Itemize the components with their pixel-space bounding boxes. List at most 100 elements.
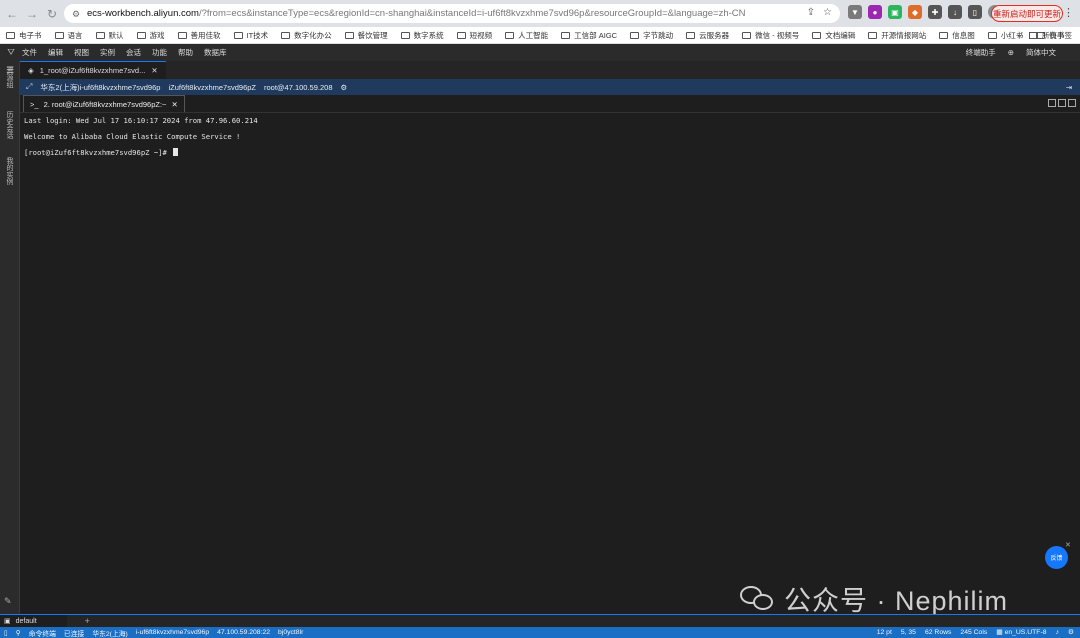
pin-icon[interactable]: ✎ [4, 596, 12, 607]
status-font-size[interactable]: 12 pt [877, 629, 892, 636]
bookmark-item[interactable]: 餐饮管理 [344, 30, 388, 41]
close-icon[interactable]: ✕ [1065, 541, 1071, 549]
folder-icon [456, 31, 466, 39]
folder-icon [868, 31, 878, 39]
terminal-line: Welcome to Alibaba Cloud Elastic Compute… [24, 132, 241, 141]
split-vertical-icon[interactable] [1058, 99, 1066, 107]
instance-hostname: iZuf6ft8kvzxhme7svd96pZ [168, 82, 256, 92]
terminal-assistant-button[interactable]: 终端助手 [966, 47, 996, 58]
folder-icon [987, 31, 997, 39]
add-circle-icon[interactable]: ⊕ [1008, 48, 1014, 57]
menu-item[interactable]: 数据库 [204, 47, 227, 58]
session-tab[interactable]: ◈ 1_root@iZuf6ft8kvzxhme7svd... ✕ [20, 61, 166, 79]
expand-icon[interactable]: ⤢ [26, 82, 32, 92]
menu-item[interactable]: 视图 [74, 47, 89, 58]
add-workspace-button[interactable]: + [85, 616, 90, 626]
all-bookmarks[interactable]: 所有书签 [1029, 30, 1072, 41]
session-tabbar: ◈ 1_root@iZuf6ft8kvzxhme7svd... ✕ [20, 61, 1080, 79]
status-rows: 62 Rows [924, 628, 952, 636]
close-icon[interactable]: ✕ [151, 66, 157, 75]
status-endpoint: 47.100.59.208:22 [217, 629, 271, 636]
status-instance: i-uf6ft8kvzxhme7svd96p [135, 629, 210, 636]
terminal-cursor [173, 148, 179, 156]
terminal-tabbar: >_ 2. root@iZuf6ft8kvzxhme7svd96pZ:~ ✕ [20, 95, 1080, 113]
command-terminal-button[interactable]: 命令终端 [29, 628, 56, 638]
menu-item[interactable]: 实例 [100, 47, 115, 58]
terminal-prompt-line: [root@iZuf6ft8kvzxhme7svd96pZ ~]# [24, 148, 1076, 158]
bookmark-item[interactable]: 字节跳动 [630, 30, 673, 41]
bookmark-item[interactable]: 善用佳软 [177, 30, 221, 41]
bookmark-item[interactable]: 语言 [54, 30, 83, 41]
bookmark-item[interactable]: 短视频 [456, 30, 492, 41]
bookmark-item[interactable]: 游戏 [136, 30, 165, 41]
side-panel-icon[interactable]: ▯ [968, 5, 982, 19]
sidebar-item-my-instances[interactable]: 我的实例 [4, 157, 14, 185]
reload-icon[interactable]: ↻ [44, 6, 60, 22]
folder-icon [281, 31, 291, 39]
bookmark-star-icon[interactable]: ☆ [823, 7, 832, 18]
bookmark-item[interactable]: 默认 [95, 30, 124, 41]
share-icon[interactable]: ⇪ [807, 7, 815, 18]
notification-bell-icon[interactable]: ♪ [1056, 629, 1059, 636]
instance-region: 华东2(上海)i-uf6ft8kvzxhme7svd96p [40, 82, 161, 92]
status-region: 华东2(上海) [92, 630, 128, 638]
sidebar-item-history[interactable]: 历史会话 [4, 111, 14, 139]
download-icon[interactable]: ↓ [948, 5, 962, 19]
status-encoding[interactable]: ▦ en_US.UTF-8 [996, 628, 1046, 636]
folder-icon [742, 31, 752, 39]
url-host: ecs-workbench.aliyun.com [87, 8, 199, 19]
extensions-puzzle-icon[interactable]: ✚ [928, 5, 942, 19]
more-menu-icon[interactable]: ⋮ [1063, 6, 1074, 19]
bookmark-item[interactable]: 信息图 [939, 30, 975, 41]
extension-fox-icon[interactable]: ◆ [908, 5, 922, 19]
close-icon[interactable]: ✕ [171, 100, 177, 109]
bookmark-item[interactable]: 数字化办公 [281, 30, 332, 41]
menu-item[interactable]: 文件 [22, 47, 37, 58]
workspace-tab-default[interactable]: ▣ default [0, 615, 67, 627]
extension-filter-icon[interactable]: ▼ [848, 5, 862, 19]
status-cols: 245 Cols [960, 628, 988, 636]
bookmark-item[interactable]: 人工智能 [505, 30, 548, 41]
update-button[interactable]: 重新启动即可更新 [991, 5, 1063, 22]
settings-icon[interactable]: ⚙ [1068, 628, 1074, 636]
site-info-icon[interactable]: ⚙ [72, 9, 82, 19]
bookmark-item[interactable]: 电子书 [6, 30, 42, 41]
terminal-output[interactable]: Last login: Wed Jul 17 16:10:17 2024 fro… [20, 113, 1080, 614]
bookmark-item[interactable]: 微信 - 视频号 [742, 30, 799, 41]
terminal-prompt-icon: >_ [30, 99, 39, 109]
back-icon[interactable]: ← [4, 6, 20, 22]
bookmarks-overflow-icon[interactable]: » [1017, 31, 1021, 40]
panel-icon[interactable]: ▯ [4, 629, 8, 637]
terminal-tab[interactable]: >_ 2. root@iZuf6ft8kvzxhme7svd96pZ:~ ✕ [23, 95, 185, 112]
feedback-button[interactable]: 反馈 [1045, 546, 1068, 569]
bookmark-item[interactable]: 文档编辑 [812, 30, 855, 41]
menu-item[interactable]: 会话 [126, 47, 141, 58]
menu-item[interactable]: 功能 [152, 47, 167, 58]
bookmark-item[interactable]: 工信部 AIGC [561, 30, 617, 41]
folder-icon [505, 31, 515, 39]
forward-icon[interactable]: → [24, 6, 40, 22]
bookmark-item[interactable]: 云服务器 [686, 30, 729, 41]
terminal-line: Last login: Wed Jul 17 16:10:17 2024 fro… [24, 116, 258, 125]
menu-item[interactable]: 帮助 [178, 47, 193, 58]
language-selector[interactable]: 简体中文 [1026, 47, 1056, 58]
hamburger-menu-icon[interactable]: ☰ [2, 62, 18, 78]
bookmark-item[interactable]: 开源情报网站 [868, 30, 926, 41]
exit-icon[interactable]: ⇥ [1066, 83, 1072, 92]
folder-icon [561, 31, 571, 39]
folder-icon [686, 31, 696, 39]
folder-icon [136, 31, 146, 39]
new-pane-icon[interactable] [1048, 99, 1056, 107]
terminal-session-icon: ◈ [28, 66, 34, 75]
extension-green-icon[interactable]: ▣ [888, 5, 902, 19]
folder-icon [177, 31, 187, 39]
menu-item[interactable]: 编辑 [48, 47, 63, 58]
split-horizontal-icon[interactable] [1068, 99, 1076, 107]
extension-purple-icon[interactable]: ● [868, 5, 882, 19]
folder-icon [1029, 32, 1038, 39]
instance-address: root@47.100.59.208 [264, 82, 333, 92]
bookmark-item[interactable]: IT技术 [233, 30, 268, 41]
settings-icon[interactable]: ⚙ [341, 83, 348, 92]
address-bar[interactable]: ⚙ ecs-workbench.aliyun.com/?from=ecs&ins… [64, 4, 840, 23]
bookmark-item[interactable]: 数字系统 [400, 30, 444, 41]
